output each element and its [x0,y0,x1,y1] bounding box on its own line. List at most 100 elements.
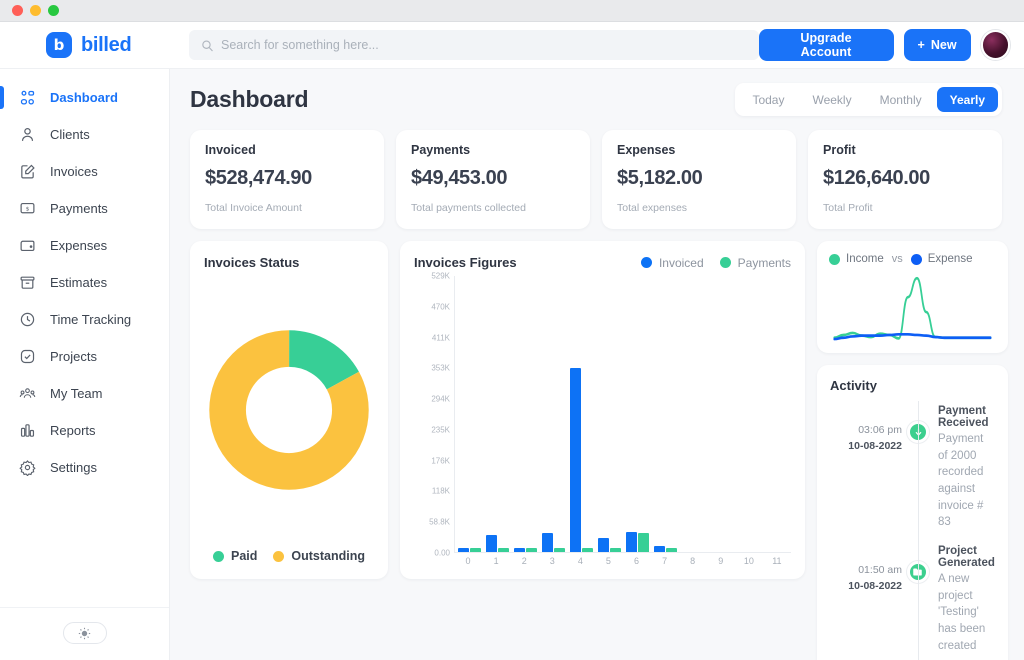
income-expense-sparkline [829,265,996,347]
legend-swatch [213,551,224,562]
sidebar-item-label: Reports [50,423,96,438]
stat-card-payments: Payments $49,453.00 Total payments colle… [396,130,590,229]
legend-item-income: Income [829,253,884,265]
sidebar-item-invoices[interactable]: Invoices [0,153,169,190]
legend-item-invoiced: Invoiced [641,256,704,270]
clock-icon [18,310,37,329]
stat-subtitle: Total expenses [617,202,781,214]
gear-icon [18,458,37,477]
svg-text:$: $ [26,206,30,212]
bar-invoiced[interactable] [458,548,469,552]
brand-name: billed [81,34,131,57]
invoices-figures-header: Invoices Figures Invoiced Payments [414,255,791,270]
bar-invoiced[interactable] [486,535,497,552]
sidebar-item-expenses[interactable]: Expenses [0,227,169,264]
activity-list: 03:06 pm 10-08-2022 Payment Received [830,405,995,660]
activity-date: 10-08-2022 [830,579,902,595]
theme-toggle[interactable] [63,622,107,644]
stat-subtitle: Total Invoice Amount [205,202,369,214]
x-axis-tick: 10 [735,553,763,569]
x-axis-tick: 4 [566,553,594,569]
bar-invoiced[interactable] [598,538,609,552]
sidebar-item-projects[interactable]: Projects [0,338,169,375]
sidebar-item-time-tracking[interactable]: Time Tracking [0,301,169,338]
sidebar-item-settings[interactable]: Settings [0,449,169,486]
income-expense-panel: Income vs Expense [817,241,1008,353]
activity-date: 10-08-2022 [830,439,902,455]
bar-group [511,276,539,552]
bar-chart-icon [18,421,37,440]
activity-body: Payment Received Payment of 2000 recorde… [934,405,995,531]
maximize-window-button[interactable] [48,5,59,16]
page-title: Dashboard [190,86,308,113]
x-axis-tick: 9 [707,553,735,569]
sidebar-item-label: Time Tracking [50,312,131,327]
app-logo[interactable]: b billed [0,32,184,58]
activity-item-desc: Payment of 2000 recorded against invoice… [938,431,995,531]
close-window-button[interactable] [12,5,23,16]
sidebar-item-my-team[interactable]: My Team [0,375,169,412]
main-content: Dashboard Today Weekly Monthly Yearly In… [170,69,1024,660]
y-axis-tick: 411K [432,333,450,342]
page-header: Dashboard Today Weekly Monthly Yearly [190,83,1002,116]
sidebar-item-clients[interactable]: Clients [0,116,169,153]
new-button[interactable]: + New [904,29,971,61]
bar-groups [455,276,791,552]
bar-payments[interactable] [554,548,565,552]
activity-timestamp: 03:06 pm 10-08-2022 [830,405,902,531]
income-line [834,278,990,338]
period-today[interactable]: Today [739,87,797,112]
minimize-window-button[interactable] [30,5,41,16]
bar-invoiced[interactable] [570,368,581,552]
x-axis-tick: 3 [538,553,566,569]
y-axis: 0.0058.8K118K176K235K294K353K411K470K529… [414,276,454,553]
period-yearly[interactable]: Yearly [937,87,998,112]
y-axis-tick: 0.00 [434,549,450,558]
sun-icon [78,627,91,640]
activity-item-title: Project Generated [938,545,995,569]
search-bar[interactable] [189,30,759,60]
legend-swatch [911,254,922,265]
activity-body: Project Generated A new project 'Testing… [934,545,995,654]
bar-invoiced[interactable] [654,546,665,552]
bar-group [735,276,763,552]
sidebar-item-label: Settings [50,460,97,475]
sidebar-item-payments[interactable]: $ Payments [0,190,169,227]
bar-group [455,276,483,552]
x-axis-tick: 6 [622,553,650,569]
sidebar-item-estimates[interactable]: Estimates [0,264,169,301]
bar-payments[interactable] [470,548,481,552]
bar-payments[interactable] [526,548,537,552]
expense-line [834,334,990,339]
sidebar-item-label: Dashboard [50,90,118,105]
x-axis-tick: 7 [651,553,679,569]
bar-payments[interactable] [498,548,509,552]
bar-invoiced[interactable] [542,533,553,552]
bar-payments[interactable] [610,548,621,552]
bar-payments[interactable] [666,548,677,552]
activity-item[interactable]: 01:50 am 10-08-2022 Project Generated [830,545,995,654]
bar-payments[interactable] [582,548,593,552]
sidebar-item-reports[interactable]: Reports [0,412,169,449]
plus-icon: + [918,38,925,52]
brand-mark-icon: b [46,32,72,58]
sidebar-item-dashboard[interactable]: Dashboard [0,79,169,116]
activity-item[interactable]: 03:06 pm 10-08-2022 Payment Received [830,405,995,531]
upgrade-account-button[interactable]: Upgrade Account [759,29,894,61]
bar-invoiced[interactable] [626,532,637,552]
y-axis-tick: 470K [431,302,450,311]
bar-payments[interactable] [638,533,649,552]
stat-value: $5,182.00 [617,167,781,190]
avatar[interactable] [981,30,1010,60]
period-monthly[interactable]: Monthly [867,87,935,112]
invoices-figures-panel: Invoices Figures Invoiced Payments [400,241,805,579]
stat-label: Invoiced [205,143,369,157]
stat-cards: Invoiced $528,474.90 Total Invoice Amoun… [190,130,1002,229]
bar-group [679,276,707,552]
period-weekly[interactable]: Weekly [799,87,864,112]
search-input[interactable] [221,38,746,52]
bar-invoiced[interactable] [514,548,525,552]
bar-group [595,276,623,552]
money-icon: $ [18,199,37,218]
bar-group [539,276,567,552]
